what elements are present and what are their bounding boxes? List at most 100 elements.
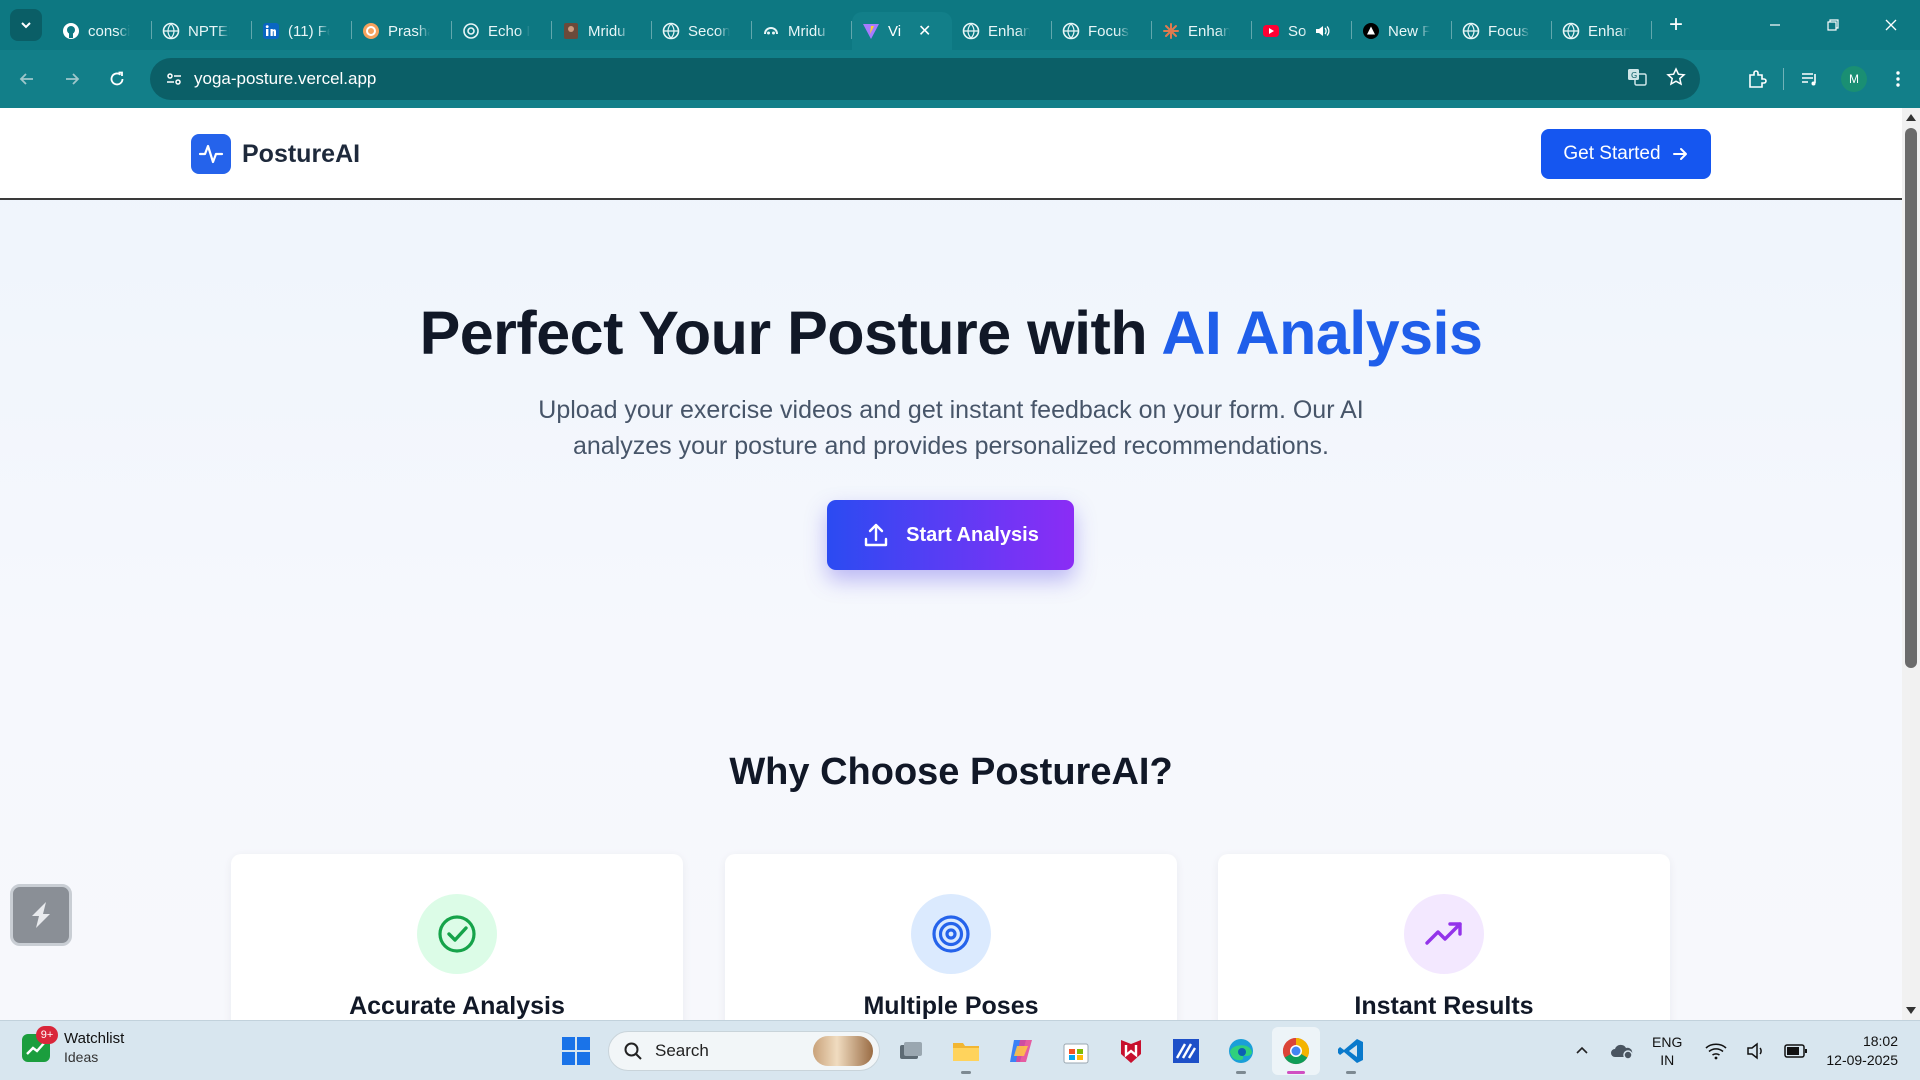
tab-label: (11) Fe	[288, 22, 330, 40]
hero-subtitle: Upload your exercise videos and get inst…	[538, 396, 1364, 460]
plus-icon: +	[1668, 11, 1683, 38]
tab-enhan-claude[interactable]: Enhan	[1152, 12, 1252, 50]
new-tab-button[interactable]: +	[1660, 9, 1692, 41]
arrow-right-icon	[1672, 148, 1687, 160]
brand-logo[interactable]: PostureAI	[191, 134, 360, 174]
tab-linkedin[interactable]: (11) Fe	[252, 12, 352, 50]
scroll-up-icon[interactable]	[1906, 114, 1916, 121]
globe-icon	[662, 22, 680, 40]
speaker-icon[interactable]	[1314, 23, 1330, 39]
tab-strip: consci NPTEL (11) Fe Prasha Echo I Mridu…	[0, 0, 1920, 50]
profile-button[interactable]: M	[1832, 57, 1876, 101]
copilot-icon	[1010, 1040, 1032, 1062]
tab-nptel[interactable]: NPTEL	[152, 12, 252, 50]
tab-prasha[interactable]: Prasha	[352, 12, 452, 50]
onedrive-button[interactable]	[1602, 1031, 1642, 1071]
tab-mridu[interactable]: Mridu	[752, 12, 852, 50]
minimize-button[interactable]	[1746, 0, 1804, 50]
store-icon	[1063, 1043, 1089, 1064]
floating-widget-button[interactable]	[10, 884, 72, 946]
tab-github[interactable]: consci	[52, 12, 152, 50]
taskbar: 9+ Watchlist Ideas Search ENG IN 18:02 1…	[0, 1020, 1920, 1080]
tab-enhan-2[interactable]: Enhan	[1552, 12, 1652, 50]
tab-label: Enhan	[1588, 22, 1630, 40]
tab-active-vite[interactable]: Vi ✕	[852, 12, 952, 50]
close-tab-icon[interactable]: ✕	[918, 21, 931, 41]
tab-focus[interactable]: Focus	[1052, 12, 1152, 50]
reload-button[interactable]	[99, 61, 135, 97]
mcafee-button[interactable]	[1107, 1027, 1155, 1075]
tab-focus-2[interactable]: Focus	[1452, 12, 1552, 50]
volume-button[interactable]	[1736, 1031, 1776, 1071]
globe-icon	[1062, 22, 1080, 40]
store-button[interactable]	[1052, 1027, 1100, 1075]
extensions-button[interactable]	[1735, 57, 1779, 101]
taskbar-search[interactable]: Search	[608, 1031, 880, 1071]
close-window-button[interactable]	[1862, 0, 1920, 50]
url-text[interactable]: yoga-posture.vercel.app	[194, 69, 376, 89]
check-circle-icon	[417, 894, 497, 974]
feature-card: Instant Results	[1218, 854, 1670, 1020]
media-queue-icon	[1802, 73, 1816, 86]
globe-icon	[1462, 22, 1480, 40]
tab-mridu-image[interactable]: Mridu	[552, 12, 652, 50]
battery-button[interactable]	[1776, 1031, 1816, 1071]
feature-card: Multiple Poses	[725, 854, 1177, 1020]
arrow-left-icon	[19, 73, 33, 85]
tab-new[interactable]: New F	[1352, 12, 1452, 50]
trending-up-icon	[1404, 894, 1484, 974]
browser-menu-button[interactable]	[1876, 57, 1920, 101]
cloud-icon	[1611, 1044, 1633, 1060]
widgets-button[interactable]: 9+ Watchlist Ideas	[22, 1026, 124, 1067]
region-code: IN	[1660, 1052, 1675, 1068]
edge-button[interactable]	[1217, 1027, 1265, 1075]
language-indicator[interactable]: ENG IN	[1652, 1033, 1682, 1069]
page-scrollbar[interactable]	[1902, 108, 1920, 1020]
restore-button[interactable]	[1804, 0, 1862, 50]
back-button[interactable]	[9, 61, 45, 97]
tab-youtube[interactable]: So	[1252, 12, 1352, 50]
vscode-button[interactable]	[1327, 1027, 1375, 1075]
get-started-button[interactable]: Get Started	[1541, 129, 1711, 179]
clock[interactable]: 18:02 12-09-2025	[1826, 1032, 1898, 1070]
file-explorer-button[interactable]	[942, 1027, 990, 1075]
forward-button[interactable]	[54, 61, 90, 97]
arrow-right-icon	[66, 73, 80, 85]
translate-icon[interactable]: G	[1626, 66, 1648, 93]
task-view-button[interactable]	[887, 1027, 935, 1075]
globe-icon	[1562, 22, 1580, 40]
scrollbar-thumb[interactable]	[1905, 128, 1917, 668]
site-info-icon[interactable]	[154, 70, 194, 88]
start-button[interactable]	[552, 1027, 600, 1075]
bolt-logo-icon	[32, 902, 50, 928]
tab-label: Secon	[688, 22, 730, 40]
network-button[interactable]	[1696, 1031, 1736, 1071]
feature-card: Accurate Analysis	[231, 854, 683, 1020]
running-indicator	[1346, 1071, 1356, 1074]
tab-echo[interactable]: Echo I	[452, 12, 552, 50]
browser-toolbar: yoga-posture.vercel.app G M	[0, 50, 1920, 108]
task-view-icon	[900, 1042, 922, 1059]
tab-label: Echo I	[488, 22, 530, 40]
feature-title: Accurate Analysis	[349, 992, 565, 1020]
widget-text: Watchlist Ideas	[64, 1029, 124, 1067]
tab-enhan[interactable]: Enhan	[952, 12, 1052, 50]
app-button[interactable]	[1162, 1027, 1210, 1075]
bookmark-star-icon[interactable]	[1666, 66, 1686, 92]
feature-title: Instant Results	[1354, 992, 1534, 1020]
address-bar[interactable]: yoga-posture.vercel.app G	[150, 58, 1700, 100]
why-section-title: Why Choose PostureAI?	[729, 751, 1173, 793]
start-analysis-button[interactable]: Start Analysis	[827, 500, 1074, 570]
media-control-button[interactable]	[1788, 57, 1832, 101]
scroll-down-icon[interactable]	[1906, 1007, 1916, 1014]
tab-second[interactable]: Secon	[652, 12, 752, 50]
brand-name: PostureAI	[242, 139, 361, 168]
tab-label: Prasha	[388, 22, 430, 40]
chrome-button[interactable]	[1272, 1027, 1320, 1075]
tab-search-button[interactable]	[10, 9, 42, 41]
image-icon	[562, 22, 580, 40]
copilot-button[interactable]	[997, 1027, 1045, 1075]
show-hidden-icons-button[interactable]	[1562, 1031, 1602, 1071]
windows-logo-icon	[562, 1037, 590, 1065]
puzzle-icon	[1749, 70, 1767, 88]
